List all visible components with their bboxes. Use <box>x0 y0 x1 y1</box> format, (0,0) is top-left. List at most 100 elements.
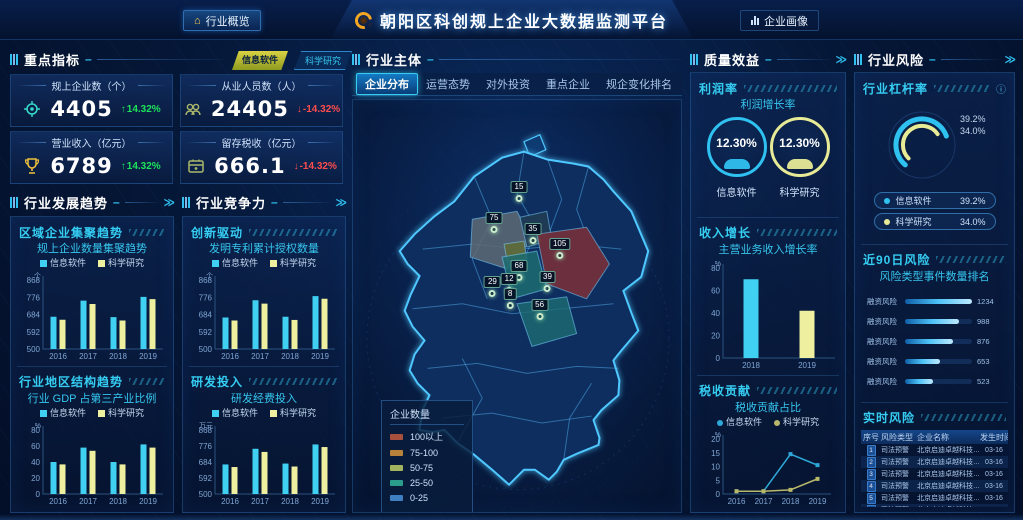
gauge-wave <box>724 159 750 169</box>
hatch-decoration <box>936 256 1006 263</box>
trend-arrow-icon: ↑ <box>121 161 126 172</box>
filter-tag-科学研究[interactable]: 科学研究 <box>294 51 352 70</box>
legend-entry: 信息软件 <box>212 407 258 420</box>
svg-text:2017: 2017 <box>755 497 773 506</box>
table-row[interactable]: 6司法预警北京启迪卓越科技有限公司03-16 <box>861 504 1008 507</box>
svg-text:2016: 2016 <box>728 497 746 506</box>
subsection-innovation: 创新驱动 <box>189 222 339 242</box>
table-row[interactable]: 5司法预警北京启迪卓越科技有限公司03-16 <box>861 492 1008 504</box>
marker-value: 39 <box>539 271 556 283</box>
risk-bar-value: 876 <box>977 337 1002 346</box>
svg-text:684: 684 <box>199 311 213 320</box>
chart-legend: 信息软件科学研究 <box>697 416 839 429</box>
time-cell: 03-16 <box>980 483 1008 490</box>
tab-企业分布[interactable]: 企业分布 <box>356 73 418 95</box>
stat-delta: 14.32% <box>127 161 161 172</box>
legend-label: 0-25 <box>410 493 428 503</box>
table-row[interactable]: 4司法预警北京启迪卓越科技有限公司03-16 <box>861 480 1008 492</box>
more-icon[interactable]: ≫ <box>1004 53 1015 66</box>
chart-title: 研发经费投入 <box>189 392 339 407</box>
chart-rd-invest: 研发经费投入信息软件科学研究868776684592500万元201620172… <box>189 392 339 507</box>
tab-重点企业[interactable]: 重点企业 <box>538 74 598 94</box>
svg-text:592: 592 <box>27 328 41 337</box>
time-cell: 03-16 <box>980 447 1008 454</box>
table-row[interactable]: 2司法预警北京启迪卓越科技有限公司03-16 <box>861 456 1008 468</box>
legend-swatch <box>390 480 403 486</box>
dashboard: ⌂ 行业概览 朝阳区科创规上企业大数据监测平台 企业画像 重点指标 – 信息软件… <box>0 0 1023 520</box>
table-row[interactable]: 3司法预警北京启迪卓越科技有限公司03-16 <box>861 468 1008 480</box>
info-icon[interactable]: ⓘ <box>996 81 1006 96</box>
platform-logo-icon <box>352 8 376 32</box>
chart-title: 风险类型事件数量排名 <box>861 270 1008 285</box>
risk-bar-row: 融资风险988 <box>867 316 1002 327</box>
risk-type-cell: 司法预警 <box>881 493 917 503</box>
gauge-value: 12.30% <box>716 136 757 150</box>
more-icon[interactable]: ≫ <box>335 196 346 209</box>
marker-value: 105 <box>549 238 570 250</box>
risk-bar-fill <box>905 319 959 324</box>
plot-area: 806040200%20182019 <box>697 258 839 371</box>
map-marker-105[interactable]: 105 <box>549 238 570 259</box>
marker-value: 15 <box>511 181 528 193</box>
bar <box>262 452 268 494</box>
filter-tag-信息软件[interactable]: 信息软件 <box>232 51 288 70</box>
risk-bar-label: 融资风险 <box>867 356 900 367</box>
subsection-title: 近90日风险 <box>863 251 930 268</box>
map-marker-35[interactable]: 35 <box>524 223 541 244</box>
svg-text:592: 592 <box>199 328 213 337</box>
bar <box>150 299 156 349</box>
section-marker-icon <box>182 197 191 208</box>
more-icon[interactable]: ≫ <box>835 53 846 66</box>
pin-icon <box>529 237 536 244</box>
column-header: 序号 <box>861 432 881 443</box>
chart-title: 规上企业数量集聚趋势 <box>17 242 167 257</box>
risk-bar-row: 融资风险876 <box>867 336 1002 347</box>
legend-label: 75-100 <box>410 448 438 458</box>
subsection-title: 研发投入 <box>191 373 243 390</box>
bar <box>51 462 57 494</box>
subsection-realtime-risk: 实时风险 <box>861 402 1008 428</box>
map-marker-39[interactable]: 39 <box>539 271 556 292</box>
legend-title: 企业数量 <box>390 406 464 425</box>
legend-label: 25-50 <box>410 478 433 488</box>
tab-规企变化排名[interactable]: 规企变化排名 <box>598 74 680 94</box>
section-header-industry-trend: 行业发展趋势 – ≫ <box>10 193 174 211</box>
tab-对外投资[interactable]: 对外投资 <box>478 74 538 94</box>
map-marker-75[interactable]: 75 <box>486 212 503 233</box>
table-row[interactable]: 1司法预警北京启迪卓越科技有限公司03-16 <box>861 444 1008 456</box>
svg-text:39.2%: 39.2% <box>960 114 986 124</box>
section-marker-icon <box>10 197 19 208</box>
map-marker-29[interactable]: 29 <box>484 276 501 297</box>
chart-title: 发明专利累计授权数量 <box>189 242 339 257</box>
risk-bar-track <box>905 319 972 324</box>
subsection-title: 行业地区结构趋势 <box>19 373 123 390</box>
map-marker-15[interactable]: 15 <box>511 181 528 202</box>
bar <box>120 321 126 350</box>
time-cell: 03-16 <box>980 507 1008 508</box>
chart-legend: 信息软件科学研究 <box>189 407 339 420</box>
data-point <box>816 463 820 467</box>
tab-运营态势[interactable]: 运营态势 <box>418 74 478 94</box>
stat-value: 6789 <box>50 154 112 178</box>
svg-text:2016: 2016 <box>221 497 239 506</box>
panel-quality: 利润率 利润增长率 12.30%信息软件12.30%科学研究 收入增长 主营业务… <box>690 72 846 513</box>
pin-icon <box>507 302 514 309</box>
more-icon[interactable]: ≫ <box>163 196 174 209</box>
stat-label: 从业人员数（人） <box>187 78 336 93</box>
map-marker-56[interactable]: 56 <box>531 299 548 320</box>
section-header-quality: 质量效益 – ≫ <box>690 50 846 68</box>
stat-value: 4405 <box>50 97 112 121</box>
legend-item: 50-75 <box>390 463 464 473</box>
nav-enterprise-profile-button[interactable]: 企业画像 <box>740 10 819 31</box>
bar <box>141 444 147 494</box>
row-number: 6 <box>867 505 876 508</box>
subsection-region-structure: 行业地区结构趋势 <box>17 366 167 392</box>
hatch-decoration <box>249 229 337 236</box>
risk-bar-track <box>905 359 972 364</box>
svg-text:2018: 2018 <box>782 497 800 506</box>
map-marker-8[interactable]: 8 <box>504 288 516 309</box>
pin-icon <box>536 313 543 320</box>
pin-icon <box>489 290 496 297</box>
hatch-decoration <box>757 387 837 394</box>
wallet-icon <box>186 156 206 176</box>
